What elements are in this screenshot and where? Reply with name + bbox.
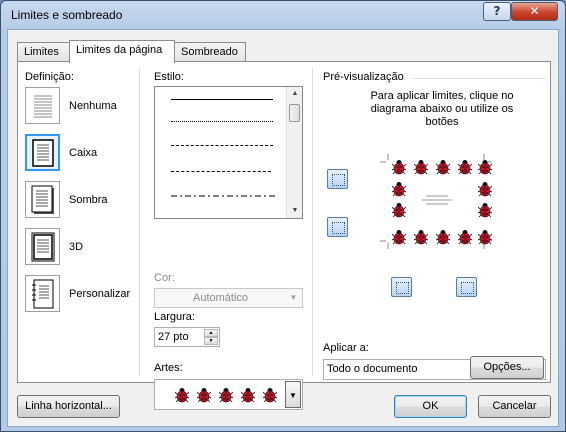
style-list-scrollbar[interactable]: ▲ ▼ [286,87,302,218]
help-button[interactable]: ? [483,2,511,21]
preview-page[interactable] [380,154,492,249]
ladybug-icon [458,160,472,175]
ladybug-icon [414,160,428,175]
spin-up-icon[interactable]: ▲ [204,329,218,337]
style-dashed-line[interactable] [171,171,271,172]
cancel-button[interactable]: Cancelar [478,395,551,418]
setting-none-label: Nenhuma [69,100,117,112]
style-fine-dashed-line[interactable] [171,145,273,146]
ladybug-icon [392,182,406,197]
ladybug-icon [392,203,406,218]
column-divider [312,68,313,376]
style-dash-dot-line[interactable] [171,195,275,198]
setting-box-button[interactable] [25,134,60,171]
ladybug-icon [478,203,492,218]
preview-heading: Pré-visualização [323,71,404,83]
close-button[interactable]: ✕ [511,2,558,21]
setting-none-button[interactable] [25,87,60,124]
tab-limites[interactable]: Limites [17,42,70,62]
ok-button[interactable]: OK [394,395,467,418]
ladybug-icon [478,230,492,245]
scroll-down-icon[interactable]: ▼ [287,204,303,218]
page-box-border-icon [31,138,54,167]
page-shadow-border-icon [31,185,54,214]
tab-limites-da-pagina[interactable]: Limites da página [69,40,175,63]
style-list[interactable]: ▲ ▼ [154,86,303,219]
ladybug-icon [241,388,255,403]
page-no-border-icon [33,95,52,117]
chevron-down-icon[interactable]: ▼ [285,381,301,408]
ladybug-icon [436,160,450,175]
top-border-button[interactable] [327,169,348,189]
color-select[interactable]: Automático ▼ [154,288,303,308]
setting-3d-label: 3D [69,241,84,253]
tab-label: Sombreado [181,46,238,58]
page-3d-border-icon [31,232,54,261]
chevron-down-icon: ▼ [289,293,298,302]
ladybug-icon [197,388,211,403]
setting-custom-button[interactable] [25,275,60,312]
title-bar[interactable]: Limites e sombreado ? ✕ [1,1,565,29]
art-label: Artes: [154,362,183,374]
dialog-client: Limites Limites da página Sombreado Defi… [7,29,559,427]
spin-down-icon[interactable]: ▼ [204,337,218,345]
ladybug-icon [414,230,428,245]
ladybug-icon [263,388,277,403]
tab-panel-page-borders: Definição: Nenhuma Caixa Sombra 3D Perso… [17,61,551,410]
color-label: Cor: [154,272,175,284]
ladybug-icon [478,160,492,175]
scroll-thumb[interactable] [289,104,300,122]
horizontal-line-button[interactable]: Linha horizontal... [17,395,120,418]
page-custom-border-icon [31,279,53,308]
bottom-border-button[interactable] [391,277,412,297]
style-heading: Estilo: [154,71,184,83]
definition-heading: Definição: [25,71,74,83]
width-label: Largura: [154,311,195,323]
preview-heading-rule [413,78,545,79]
tab-label: Limites [24,46,59,58]
left-border-button[interactable] [327,217,348,237]
ladybug-icon [392,160,406,175]
ladybug-icon [219,388,233,403]
art-select[interactable]: ▼ [154,379,303,410]
width-value: 27 pto [158,331,189,343]
window-title: Limites e sombreado [11,8,123,22]
setting-box-label: Caixa [69,147,98,159]
setting-shadow-button[interactable] [25,181,60,218]
dialog-window: Limites e sombreado ? ✕ Limites Limites … [0,0,566,432]
color-select-value: Automático [192,292,249,304]
setting-shadow-label: Sombra [69,194,108,206]
ladybug-icon [175,388,189,403]
style-solid-line[interactable] [171,99,273,100]
tab-sombreado[interactable]: Sombreado [174,42,246,62]
right-border-button[interactable] [456,277,477,297]
ladybug-icon [458,230,472,245]
width-spinner[interactable]: 27 pto ▲ ▼ [154,327,220,347]
setting-3d-button[interactable] [25,228,60,265]
style-dotted-line[interactable] [171,121,273,122]
setting-custom-label: Personalizar [69,288,131,300]
scroll-up-icon[interactable]: ▲ [287,87,303,101]
column-divider [139,68,140,376]
options-button[interactable]: Opções... [470,356,544,379]
tab-label: Limites da página [76,44,163,56]
preview-instructions: Para aplicar limites, clique no diagrama… [370,90,514,128]
apply-to-label: Aplicar a: [323,342,369,354]
ladybug-icon [478,182,492,197]
ladybug-icon [392,230,406,245]
ladybug-icon [436,230,450,245]
